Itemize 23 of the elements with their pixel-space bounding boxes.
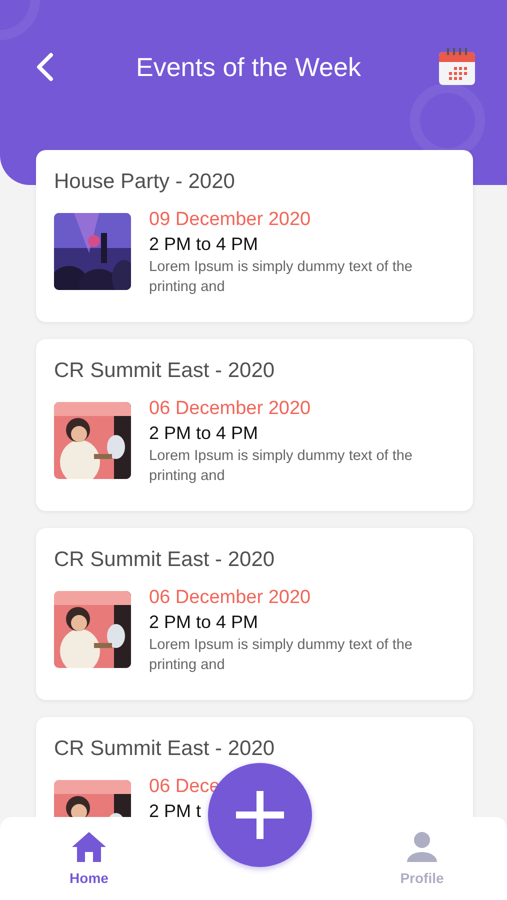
- event-title: CR Summit East - 2020: [54, 548, 276, 572]
- event-date: 06 December 2020: [149, 397, 312, 421]
- chevron-left-icon: [34, 51, 56, 83]
- event-date: 09 December 2020: [149, 208, 312, 232]
- nav-tab[interactable]: Home: [44, 831, 134, 886]
- event-description: Lorem Ipsum is simply dummy text of the printing and: [149, 258, 414, 297]
- event-description: Lorem Ipsum is simply dummy text of the printing and: [149, 447, 414, 486]
- page-title: Events of the Week: [135, 52, 362, 82]
- event-time: 2 PM t: [149, 800, 202, 817]
- event-time: 2 PM to 4 PM: [149, 611, 260, 634]
- event-card[interactable]: House Party - 2020 09 December 2020 2 PM to 4 PM Lorem Ipsum is simply dummy text of the printing and: [36, 150, 473, 322]
- event-description: Lorem Ipsum is simply dummy text of the printing and: [149, 636, 414, 675]
- person-icon: [406, 831, 438, 863]
- event-title: CR Summit East - 2020: [54, 359, 276, 383]
- home-icon: [71, 831, 107, 863]
- event-time: 2 PM to 4 PM: [149, 422, 260, 445]
- event-title: CR Summit East - 2020: [54, 737, 276, 761]
- event-card[interactable]: CR Summit East - 2020 06 December 2020 2 PM to 4 PM Lorem Ipsum is simply dummy text of the printing and: [36, 339, 473, 511]
- event-time: 2 PM to 4 PM: [149, 233, 260, 256]
- event-title: House Party - 2020: [54, 170, 236, 194]
- event-card[interactable]: CR Summit East - 2020 06 December 2020 2 PM to 4 PM Lorem Ipsum is simply dummy text of the printing and: [36, 528, 473, 700]
- event-date: 06 December 2020: [149, 586, 312, 610]
- calendar-button[interactable]: [437, 47, 477, 87]
